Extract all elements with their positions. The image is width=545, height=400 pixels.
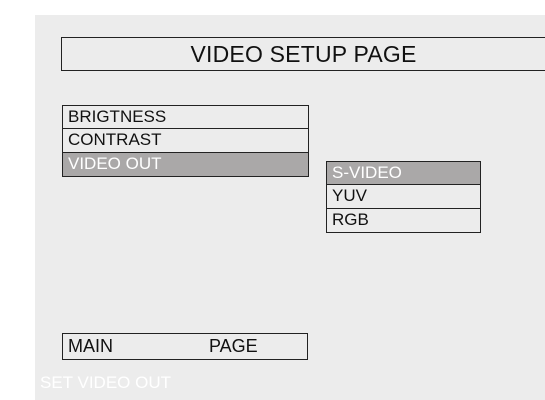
menu-item-label: VIDEO OUT	[68, 154, 162, 173]
page-title-text: VIDEO SETUP PAGE	[190, 40, 417, 67]
submenu-item-label: S-VIDEO	[332, 163, 402, 182]
menu-item-contrast[interactable]: CONTRAST	[62, 129, 309, 153]
status-text: SET VIDEO OUT	[40, 373, 171, 392]
submenu-item-rgb[interactable]: RGB	[326, 209, 481, 233]
submenu-item-label: RGB	[332, 210, 369, 229]
menu-item-video-out[interactable]: VIDEO OUT	[62, 153, 309, 177]
page-label: PAGE	[209, 336, 258, 356]
menu-item-brightness[interactable]: BRIGTNESS	[62, 105, 309, 129]
main-label: MAIN	[68, 336, 113, 356]
submenu-item-yuv[interactable]: YUV	[326, 185, 481, 209]
menu-item-label: BRIGTNESS	[68, 107, 167, 126]
video-setup-screen: VIDEO SETUP PAGE BRIGTNESS CONTRAST VIDE…	[35, 15, 545, 400]
menu-item-label: CONTRAST	[68, 130, 162, 149]
video-out-submenu: S-VIDEO YUV RGB	[326, 161, 481, 233]
page-title: VIDEO SETUP PAGE	[61, 37, 545, 71]
submenu-item-s-video[interactable]: S-VIDEO	[326, 161, 481, 185]
submenu-item-label: YUV	[332, 186, 367, 205]
main-page-button[interactable]: MAIN PAGE	[62, 333, 308, 360]
setup-menu: BRIGTNESS CONTRAST VIDEO OUT	[62, 105, 309, 177]
